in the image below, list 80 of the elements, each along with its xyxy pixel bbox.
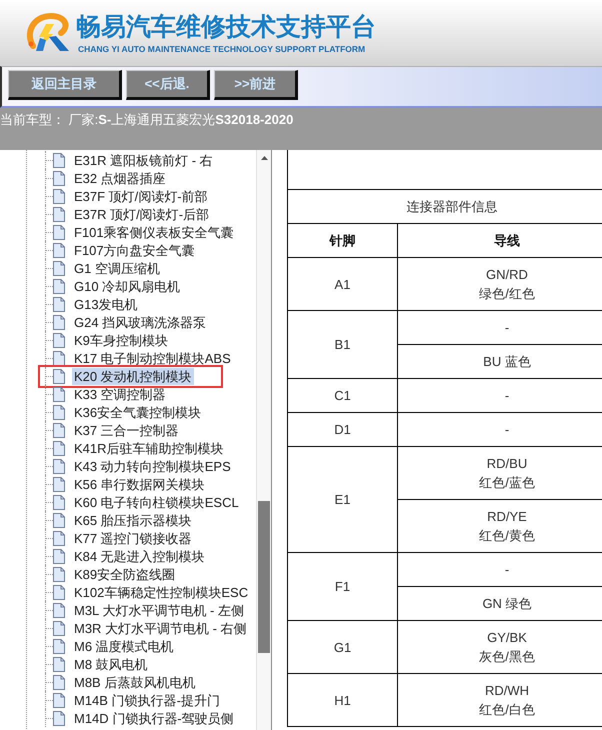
document-icon — [53, 314, 65, 330]
document-icon — [53, 350, 65, 366]
tree-item[interactable]: M3R 大灯水平调节电机 - 右侧 — [72, 620, 249, 636]
tree-item[interactable]: M8B 后蒸鼓风机电机 — [72, 674, 198, 690]
pin-cell: A1 — [288, 258, 398, 310]
pin-cell: F1 — [288, 552, 398, 620]
tree-item[interactable]: K89安全防盗线圈 — [72, 566, 178, 582]
tree-item[interactable]: E37F 顶灯/阅读灯-前部 — [72, 188, 210, 204]
document-icon — [53, 422, 65, 438]
document-icon — [53, 296, 65, 312]
tree-item[interactable]: F107方向盘安全气囊 — [72, 242, 197, 258]
document-icon — [53, 188, 65, 204]
tree-item[interactable]: K36安全气囊控制模块 — [72, 404, 204, 420]
tree-item[interactable]: K17 电子制动控制模块ABS — [72, 350, 233, 366]
tree-item[interactable]: K102车辆稳定性控制模块ESC — [72, 584, 250, 600]
document-icon — [53, 152, 65, 168]
document-icon — [53, 260, 65, 276]
document-icon — [53, 710, 65, 726]
tree-item[interactable]: K20 发动机控制模块 — [72, 368, 194, 384]
tree-item[interactable]: K84 无匙进入控制模块 — [72, 548, 207, 564]
scrollbar-thumb[interactable] — [258, 501, 270, 653]
tree-item[interactable]: G10 冷却风扇电机 — [72, 278, 182, 294]
tree-item[interactable]: K37 三合一控制器 — [72, 422, 181, 438]
current-model-text: 当前车型： 厂家:S-上海通用五菱宏光S32018-2020 — [0, 112, 294, 127]
document-icon — [53, 656, 65, 672]
document-icon — [53, 602, 65, 618]
pin-cell: H1 — [288, 674, 398, 726]
logo-icon — [25, 13, 71, 53]
document-icon — [53, 224, 65, 240]
tree-item[interactable]: K9车身控制模块 — [72, 332, 170, 348]
scroll-up-icon[interactable] — [260, 156, 268, 160]
tree-item[interactable]: F101乘客侧仪表板安全气囊 — [72, 224, 236, 240]
pin-cell: E1 — [288, 446, 398, 552]
document-icon — [53, 368, 65, 384]
document-icon — [53, 548, 65, 564]
document-icon — [53, 440, 65, 456]
document-icon — [53, 332, 65, 348]
tree-item[interactable]: G24 挡风玻璃洗涤器泵 — [72, 314, 208, 330]
tree-item[interactable]: M6 温度模式电机 — [72, 638, 176, 654]
tree-item[interactable]: E37R 顶灯/阅读灯-后部 — [72, 206, 212, 222]
tree-item[interactable]: K33 空调控制器 — [72, 386, 168, 402]
tree-item[interactable]: K65 胎压指示器模块 — [72, 512, 194, 528]
table-title: 连接器部件信息 — [288, 190, 602, 224]
document-icon — [53, 584, 65, 600]
pin-cell: D1 — [288, 412, 398, 446]
document-icon — [53, 638, 65, 654]
document-icon — [53, 458, 65, 474]
document-icon — [53, 674, 65, 690]
tree-item[interactable]: G1 空调压缩机 — [72, 260, 162, 276]
tree-item[interactable]: K77 遥控门锁接收器 — [72, 530, 194, 546]
pin-cell: C1 — [288, 378, 398, 412]
document-icon — [53, 278, 65, 294]
tree-item[interactable]: M14B 门锁执行器-提升门 — [72, 692, 222, 708]
tree-item[interactable]: K43 动力转向控制模块EPS — [72, 458, 233, 474]
tree-item[interactable]: K60 电子转向柱锁模块ESCL — [72, 494, 241, 510]
document-icon — [53, 494, 65, 510]
document-icon — [53, 692, 65, 708]
tree-item[interactable]: M3L 大灯水平调节电机 - 左侧 — [72, 602, 246, 618]
document-icon — [53, 386, 65, 402]
pin-cell: B1 — [288, 310, 398, 378]
tree-item[interactable]: K41R后驻车辅助控制模块 — [72, 440, 226, 456]
site-subtitle: CHANG YI AUTO MAINTENANCE TECHNOLOGY SUPPORT PLATFORM — [78, 44, 366, 54]
document-icon — [53, 404, 65, 420]
column-header: 针脚 — [288, 224, 398, 258]
tree-item[interactable]: E32 点烟器插座 — [72, 170, 168, 186]
tree-item[interactable]: K56 串行数据网关模块 — [72, 476, 207, 492]
document-icon — [53, 566, 65, 582]
document-icon — [53, 620, 65, 636]
document-icon — [53, 530, 65, 546]
document-icon — [53, 476, 65, 492]
document-icon — [53, 512, 65, 528]
tree-item[interactable]: M8 鼓风电机 — [72, 656, 150, 672]
tree-item[interactable]: G13发电机 — [72, 296, 140, 312]
tree-item[interactable]: M14D 门锁执行器-驾驶员侧 — [72, 710, 236, 726]
document-icon — [53, 206, 65, 222]
pin-cell: G1 — [288, 620, 398, 674]
site-title: 畅易汽车维修技术支持平台 — [76, 12, 376, 40]
document-icon — [53, 242, 65, 258]
document-icon — [53, 170, 65, 186]
tree-item[interactable]: E31R 遮阳板镜前灯 - 右 — [72, 152, 215, 168]
